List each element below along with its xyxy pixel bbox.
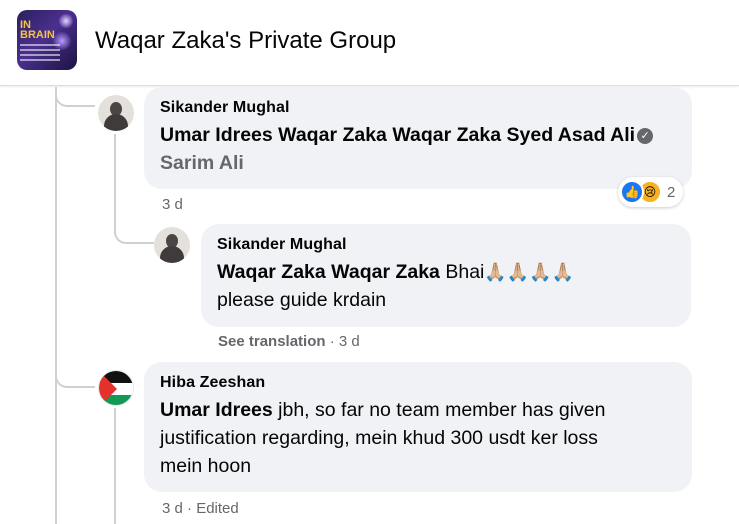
- mention-link[interactable]: Umar Idrees: [160, 399, 273, 421]
- comment-body: jbh, so far no team member has given: [272, 399, 606, 421]
- comment-body: Bhai: [445, 261, 485, 283]
- thumb-logo-text: IN BRAIN: [20, 19, 55, 41]
- comment-bubble: Sikander Mughal Umar Idrees Waqar Zaka W…: [144, 87, 692, 189]
- mention-link[interactable]: Waqar Zaka: [217, 261, 326, 283]
- comment-text: Umar Idrees jbh, so far no team member h…: [160, 396, 676, 480]
- comment-timestamp[interactable]: 3 d: [162, 196, 183, 213]
- avatar[interactable]: [98, 370, 134, 406]
- thread-line: [114, 408, 116, 524]
- comment-text: Waqar Zaka Waqar Zaka Bhai🙏🏼🙏🏼🙏🏼🙏🏼 pleas…: [217, 258, 675, 314]
- comment-author[interactable]: Sikander Mughal: [160, 99, 676, 117]
- group-thumbnail[interactable]: IN BRAIN: [17, 10, 77, 70]
- comment-text: Umar Idrees Waqar Zaka Waqar Zaka Syed A…: [160, 121, 676, 177]
- meta-separator: ·: [187, 500, 197, 517]
- thread-connector: [114, 214, 154, 244]
- thread-connector: [55, 87, 95, 107]
- thread-connector: [55, 360, 95, 388]
- meta-separator: ·: [329, 333, 339, 350]
- mention-link[interactable]: Sarim Ali: [160, 152, 244, 174]
- edited-label[interactable]: Edited: [196, 500, 239, 517]
- mention-link[interactable]: Waqar Zaka: [278, 124, 387, 146]
- comment-body: justification regarding, mein khud 300 u…: [160, 427, 598, 449]
- thumb-glow: [59, 14, 73, 28]
- avatar-silhouette: [160, 246, 184, 263]
- flag-triangle: [99, 371, 117, 405]
- comment-meta: See translation · 3 d: [218, 333, 360, 350]
- group-header: IN BRAIN Waqar Zaka's Private Group: [0, 0, 739, 86]
- comment-author[interactable]: Sikander Mughal: [217, 236, 675, 254]
- comment-body: mein hoon: [160, 455, 252, 477]
- mention-link[interactable]: Waqar Zaka: [392, 124, 501, 146]
- comment-bubble: Sikander Mughal Waqar Zaka Waqar Zaka Bh…: [201, 224, 691, 327]
- avatar[interactable]: [154, 227, 190, 263]
- comment-author[interactable]: Hiba Zeeshan: [160, 374, 676, 392]
- comment-bubble: Hiba Zeeshan Umar Idrees jbh, so far no …: [144, 362, 692, 492]
- mention-link[interactable]: Waqar Zaka: [331, 261, 440, 283]
- thread-line: [55, 87, 57, 524]
- comment-timestamp[interactable]: 3 d: [339, 333, 360, 350]
- group-title[interactable]: Waqar Zaka's Private Group: [95, 27, 396, 55]
- reaction-count: 2: [667, 183, 676, 201]
- thumb-decoration: [20, 44, 60, 64]
- avatar[interactable]: [98, 95, 134, 131]
- avatar-silhouette: [104, 114, 128, 131]
- mention-link[interactable]: Umar Idrees: [160, 124, 273, 146]
- comment-meta: 3 d · Edited: [162, 500, 239, 517]
- comment-body: please guide krdain: [217, 289, 387, 311]
- reactions-summary[interactable]: 👍 😢 2: [618, 177, 684, 207]
- like-icon: 👍: [620, 180, 644, 204]
- verified-badge-icon: ✓: [637, 128, 654, 144]
- pray-emoji: 🙏🏼🙏🏼🙏🏼🙏🏼: [484, 262, 575, 282]
- see-translation-link[interactable]: See translation: [218, 333, 326, 350]
- mention-link[interactable]: Syed Asad Ali: [507, 124, 636, 146]
- comment-timestamp[interactable]: 3 d: [162, 500, 183, 517]
